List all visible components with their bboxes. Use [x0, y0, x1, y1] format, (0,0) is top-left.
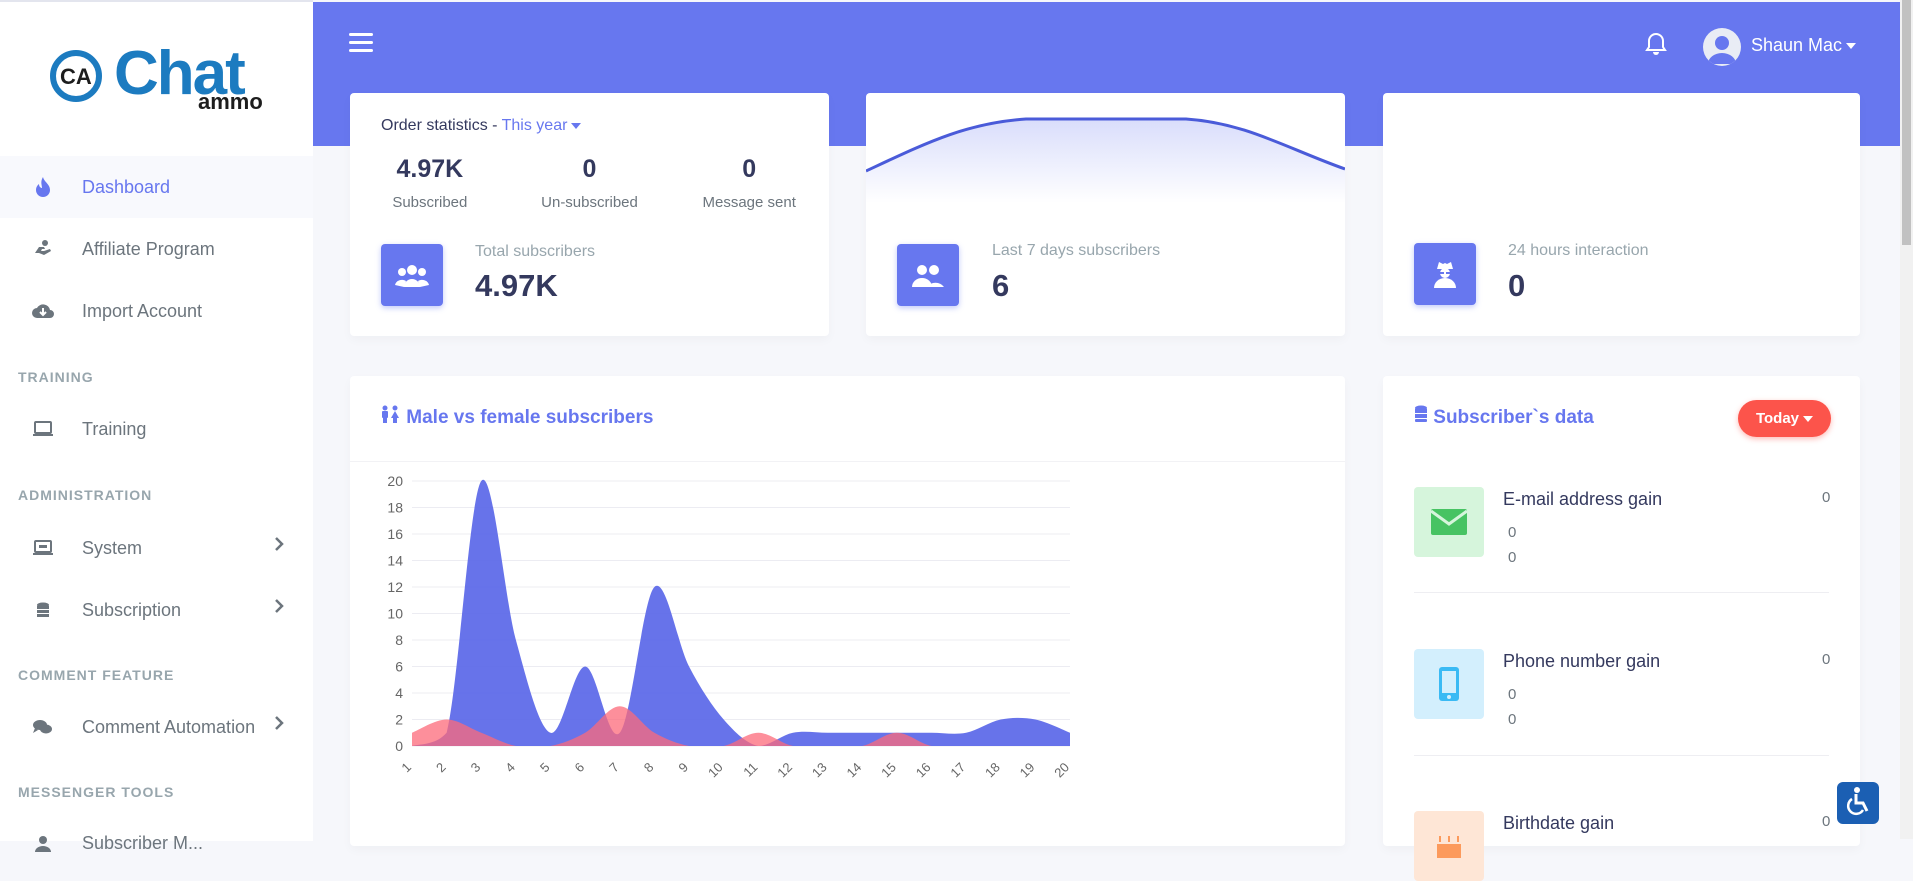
y-tick-label: 4 [395, 685, 403, 701]
envelope-icon [1414, 487, 1484, 557]
x-tick-label: 17 [947, 760, 968, 781]
gender-chart-card: Male vs female subscribers 0 2 4 6 8 10 12 14 16… [350, 376, 1345, 846]
series-area-male[interactable] [412, 479, 1070, 746]
x-tick-label: 10 [705, 760, 726, 781]
section-training: TRAINING [18, 369, 94, 385]
x-tick-label: 15 [878, 760, 899, 781]
hamburger-icon[interactable] [349, 33, 373, 55]
accessibility-icon [1843, 786, 1873, 821]
y-tick-label: 16 [387, 526, 403, 542]
user-secret-icon [1414, 243, 1476, 305]
sidebar-item-comment-automation[interactable]: Comment Automation [0, 696, 313, 758]
period-dropdown[interactable]: This year [502, 117, 582, 134]
section-messenger-tools: MESSENGER TOOLS [18, 784, 175, 800]
sidebar-item-dashboard[interactable]: Dashboard [0, 156, 313, 218]
database-icon [1414, 405, 1428, 428]
y-tick-label: 12 [387, 579, 403, 595]
sidebar: CA Chat ammo Dashboard Affiliate Program… [0, 0, 313, 853]
sidebar-item-affiliate-program[interactable]: Affiliate Program [0, 218, 313, 280]
x-tick-label: 8 [641, 760, 657, 776]
y-tick-label: 20 [387, 473, 403, 489]
today-filter-button[interactable]: Today [1738, 400, 1831, 437]
x-tick-label: 3 [468, 760, 484, 776]
user-friends-icon [897, 244, 959, 306]
accessibility-button[interactable] [1837, 782, 1879, 824]
x-tick-label: 16 [913, 760, 934, 781]
y-tick-label: 10 [387, 606, 403, 622]
gender-area-chart: 024681012141618201 2 3 4 5 6 7 8 9 10 11 12 13 14 15 16… [387, 473, 1072, 781]
logo-mark: CA [50, 50, 102, 102]
scrollbar-thumb[interactable] [1902, 0, 1911, 245]
y-tick-label: 2 [395, 712, 403, 728]
sidebar-item-import-account[interactable]: Import Account [0, 280, 313, 342]
x-tick-label: 12 [774, 760, 795, 781]
metric-subscribed: 4.97K Subscribed [392, 155, 468, 211]
y-tick-label: 6 [395, 659, 403, 675]
cloud-download-icon [30, 298, 56, 324]
order-metrics: 4.97K Subscribed 0 Un-subscribed 0 Messa… [350, 155, 829, 211]
chevron-right-icon [274, 715, 284, 736]
list-divider [1414, 755, 1829, 756]
server-icon [30, 535, 56, 561]
comments-icon [30, 714, 56, 740]
users-icon [381, 244, 443, 306]
x-tick-label: 13 [809, 760, 830, 781]
x-tick-label: 5 [537, 760, 553, 776]
x-tick-label: 20 [1051, 760, 1072, 781]
page-scrollbar[interactable] [1900, 0, 1913, 839]
x-tick-label: 9 [675, 760, 691, 776]
user-menu[interactable]: Shaun Mac [1751, 35, 1857, 56]
section-comment-feature: COMMENT FEATURE [18, 667, 175, 683]
metric-unsubscribed: 0 Un-subscribed [541, 155, 638, 211]
birthday-cake-icon [1414, 811, 1484, 881]
x-tick-label: 14 [843, 760, 864, 781]
metric-message-sent: 0 Message sent [702, 155, 796, 211]
section-administration: ADMINISTRATION [18, 487, 153, 503]
card-divider [350, 461, 1345, 462]
laptop-icon [30, 416, 56, 442]
avatar[interactable] [1703, 28, 1741, 66]
coins-icon [30, 597, 56, 623]
x-tick-label: 6 [572, 760, 588, 776]
bell-icon[interactable] [1645, 32, 1667, 61]
x-tick-label: 4 [502, 760, 518, 776]
user-icon [30, 830, 56, 856]
x-tick-label: 7 [606, 760, 622, 776]
x-tick-label: 1 [398, 760, 414, 776]
y-tick-label: 0 [395, 738, 403, 754]
list-divider [1414, 592, 1829, 593]
y-tick-label: 18 [387, 500, 403, 516]
x-tick-label: 2 [433, 760, 449, 776]
subscriber-data-card: Subscriber`s data Today E-mail address g… [1383, 376, 1860, 881]
x-tick-label: 11 [740, 760, 760, 780]
sidebar-item-subscriber-manager[interactable]: Subscriber M... [0, 812, 313, 874]
y-tick-label: 14 [387, 553, 403, 569]
sidebar-item-subscription[interactable]: Subscription [0, 579, 313, 641]
x-tick-label: 19 [1017, 760, 1038, 781]
interaction-card: 24 hours interaction 0 [1383, 93, 1860, 336]
x-tick-label: 18 [982, 760, 1003, 781]
sidebar-item-training[interactable]: Training [0, 398, 313, 460]
mobile-icon [1414, 649, 1484, 719]
chevron-right-icon [274, 598, 284, 619]
chatammo-logo[interactable]: CA Chat ammo [48, 39, 268, 116]
sidebar-item-system[interactable]: System [0, 517, 313, 579]
order-statistics-card: Order statistics - This year 4.97K Subsc… [350, 93, 829, 336]
caret-down-icon [1846, 43, 1857, 50]
last-7-days-card: Last 7 days subscribers 6 [866, 93, 1345, 336]
male-female-icon [381, 405, 401, 428]
fire-icon [30, 174, 56, 200]
subscribers-sparkline [866, 117, 1345, 203]
y-tick-label: 8 [395, 632, 403, 648]
hand-holding-dollar-icon [30, 236, 56, 262]
chevron-right-icon [274, 536, 284, 557]
